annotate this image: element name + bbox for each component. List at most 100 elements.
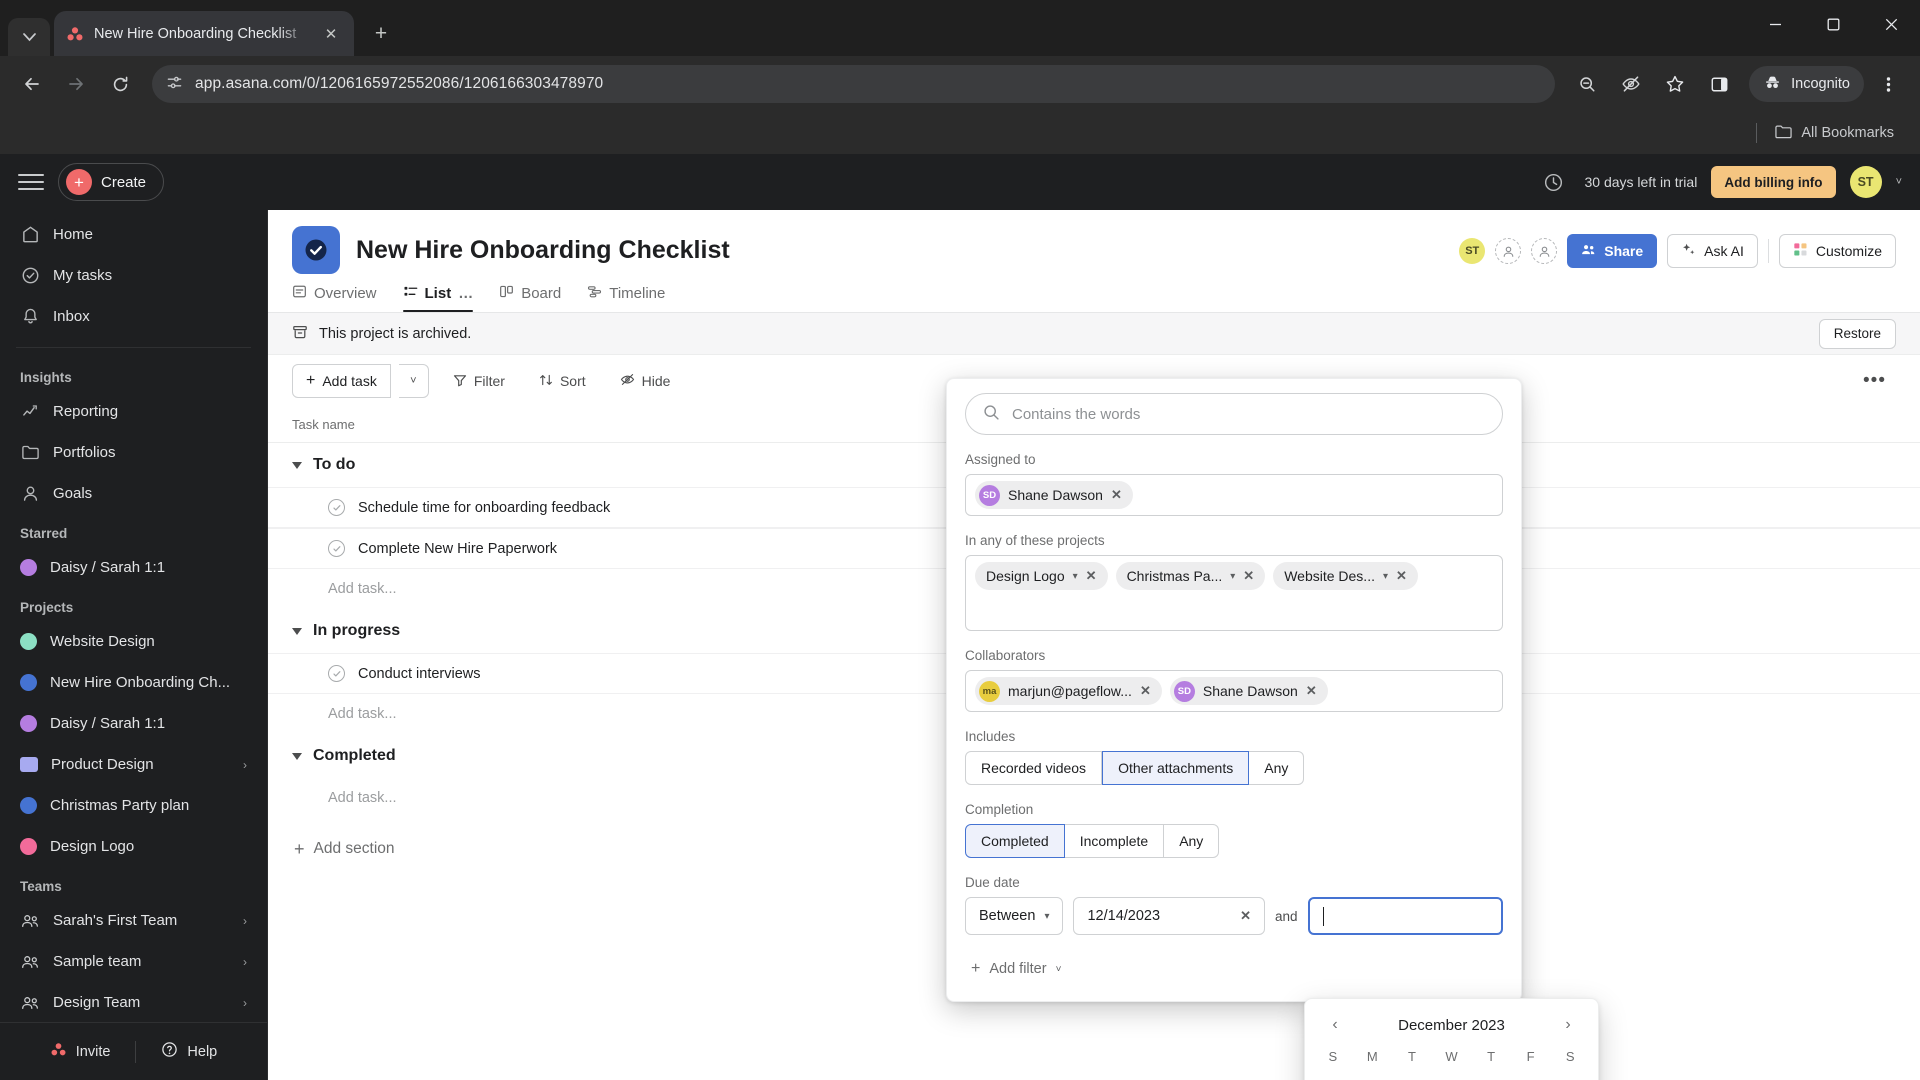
add-filter-button[interactable]: + Add filter ˅ (965, 935, 1503, 1001)
remove-chip-icon[interactable]: ✕ (1306, 683, 1317, 699)
chip-project[interactable]: Christmas Pa... ▾ ✕ (1115, 562, 1266, 590)
add-task-dropdown[interactable]: ˅ (398, 364, 429, 398)
calendar-day[interactable]: 30 (1471, 1073, 1511, 1080)
tab-overflow-icon[interactable]: … (458, 285, 473, 302)
chevron-down-icon[interactable] (292, 752, 302, 760)
chip-assignee[interactable]: SD Shane Dawson ✕ (975, 481, 1133, 509)
customize-button[interactable]: Customize (1778, 234, 1896, 268)
avatar[interactable]: ST (1849, 166, 1882, 198)
restore-button[interactable]: Restore (1818, 318, 1896, 349)
projects-field[interactable]: Design Logo ▾ ✕ Christmas Pa... ▾ ✕ Webs… (965, 555, 1503, 631)
avatar-placeholder[interactable] (1531, 238, 1558, 264)
maximize-icon[interactable] (1804, 0, 1862, 48)
due-date-operator-dropdown[interactable]: Between ▾ (965, 897, 1064, 935)
chevron-right-icon[interactable]: › (243, 996, 247, 1010)
clear-icon[interactable]: ✕ (1240, 908, 1251, 924)
chevron-right-icon[interactable]: › (243, 758, 247, 772)
calendar-day[interactable]: 1 (1511, 1073, 1551, 1080)
assigned-to-field[interactable]: SD Shane Dawson ✕ (965, 474, 1503, 516)
prev-month-icon[interactable]: ‹ (1323, 1013, 1347, 1037)
avatar[interactable]: ST (1459, 238, 1486, 264)
back-arrow-icon[interactable] (12, 64, 52, 104)
create-button[interactable]: + Create (58, 163, 165, 201)
search-input[interactable]: Contains the words (965, 393, 1503, 435)
tab-timeline[interactable]: Timeline (587, 284, 665, 312)
chip-collaborator[interactable]: ma marjun@pageflow... ✕ (975, 677, 1162, 705)
eye-off-icon[interactable] (1611, 64, 1651, 104)
chevron-down-icon[interactable]: ▾ (1383, 571, 1388, 582)
filter-button[interactable]: Filter (443, 366, 515, 397)
sidebar-item-home[interactable]: Home (10, 214, 257, 255)
chevron-down-icon[interactable]: ˅ (1896, 176, 1902, 188)
sidebar-item-goals[interactable]: Goals (10, 473, 257, 514)
star-icon[interactable] (1655, 64, 1695, 104)
next-month-icon[interactable]: › (1556, 1013, 1580, 1037)
chevron-right-icon[interactable]: › (243, 955, 247, 969)
complete-task-icon[interactable] (328, 499, 345, 516)
remove-chip-icon[interactable]: ✕ (1396, 568, 1407, 584)
chevron-down-icon[interactable]: ▾ (1230, 571, 1235, 582)
side-panel-icon[interactable] (1699, 64, 1739, 104)
chip-project[interactable]: Design Logo ▾ ✕ (975, 562, 1108, 590)
calendar-day[interactable]: 2 (1550, 1073, 1590, 1080)
sidebar-item-sarahs-first-team[interactable]: Sarah's First Team › (10, 900, 257, 941)
calendar-day[interactable]: 28 (1392, 1073, 1432, 1080)
includes-option-other-attachments[interactable]: Other attachments (1102, 751, 1250, 785)
hide-button[interactable]: Hide (610, 365, 681, 397)
add-billing-info-button[interactable]: Add billing info (1711, 166, 1836, 198)
sidebar-item-product-design[interactable]: Product Design › (10, 744, 257, 785)
sidebar-item-website-design[interactable]: Website Design (10, 621, 257, 662)
clock-icon[interactable] (1536, 165, 1570, 199)
completion-option-any[interactable]: Any (1164, 824, 1220, 858)
sidebar-item-my-tasks[interactable]: My tasks (10, 255, 257, 296)
complete-task-icon[interactable] (328, 665, 345, 682)
sidebar-item-portfolios[interactable]: Portfolios (10, 432, 257, 473)
tab-search-button[interactable] (8, 18, 50, 56)
reload-icon[interactable] (100, 64, 140, 104)
calendar-day[interactable]: 29 (1432, 1073, 1472, 1080)
chip-collaborator[interactable]: SD Shane Dawson ✕ (1169, 677, 1328, 705)
collaborators-field[interactable]: ma marjun@pageflow... ✕ SD Shane Dawson … (965, 670, 1503, 712)
complete-task-icon[interactable] (328, 540, 345, 557)
sidebar-item-design-logo[interactable]: Design Logo (10, 826, 257, 867)
chevron-down-icon[interactable]: ˅ (1056, 964, 1062, 975)
minimize-icon[interactable] (1746, 0, 1804, 48)
chip-project[interactable]: Website Des... ▾ ✕ (1273, 562, 1418, 590)
ask-ai-button[interactable]: Ask AI (1667, 234, 1758, 268)
calendar-day[interactable]: 27 (1353, 1073, 1393, 1080)
site-settings-icon[interactable] (166, 74, 183, 95)
zoom-out-icon[interactable] (1567, 64, 1607, 104)
sidebar-item-christmas-party-plan[interactable]: Christmas Party plan (10, 785, 257, 826)
includes-option-any[interactable]: Any (1249, 751, 1305, 785)
chevron-down-icon[interactable] (292, 461, 302, 469)
sidebar-item-inbox[interactable]: Inbox (10, 296, 257, 337)
sidebar-item-daisy-sarah[interactable]: Daisy / Sarah 1:1 (10, 703, 257, 744)
chevron-down-icon[interactable] (292, 627, 302, 635)
calendar-day[interactable]: 26 (1313, 1073, 1353, 1080)
chevron-right-icon[interactable]: › (243, 914, 247, 928)
kebab-menu-icon[interactable] (1868, 64, 1908, 104)
share-button[interactable]: Share (1567, 234, 1658, 268)
invite-button[interactable]: Invite (41, 1036, 120, 1067)
due-date-start-input[interactable]: 12/14/2023 ✕ (1073, 897, 1265, 935)
remove-chip-icon[interactable]: ✕ (1111, 487, 1122, 503)
new-tab-button[interactable]: + (364, 17, 398, 51)
chevron-down-icon[interactable]: ▾ (1073, 571, 1078, 582)
remove-chip-icon[interactable]: ✕ (1243, 568, 1254, 584)
completion-option-completed[interactable]: Completed (965, 824, 1065, 858)
sidebar-item-daisy-sarah-starred[interactable]: Daisy / Sarah 1:1 (10, 547, 257, 588)
avatar-placeholder[interactable] (1495, 238, 1522, 264)
chevron-down-icon[interactable]: ▾ (1044, 911, 1049, 922)
includes-option-recorded-videos[interactable]: Recorded videos (965, 751, 1103, 785)
tab-list[interactable]: List … (402, 284, 473, 312)
sidebar-item-new-hire-onboarding[interactable]: New Hire Onboarding Ch... (10, 662, 257, 703)
add-task-button[interactable]: + Add task (292, 364, 391, 398)
tab-overview[interactable]: Overview (292, 284, 377, 312)
tab-board[interactable]: Board (499, 284, 561, 312)
all-bookmarks-button[interactable]: All Bookmarks (1767, 120, 1902, 147)
hamburger-icon[interactable] (18, 174, 44, 190)
browser-tab[interactable]: New Hire Onboarding Checklist ✕ (54, 11, 354, 56)
incognito-indicator[interactable]: Incognito (1749, 66, 1864, 102)
sidebar-item-reporting[interactable]: Reporting (10, 391, 257, 432)
sidebar-item-sample-team[interactable]: Sample team › (10, 941, 257, 982)
